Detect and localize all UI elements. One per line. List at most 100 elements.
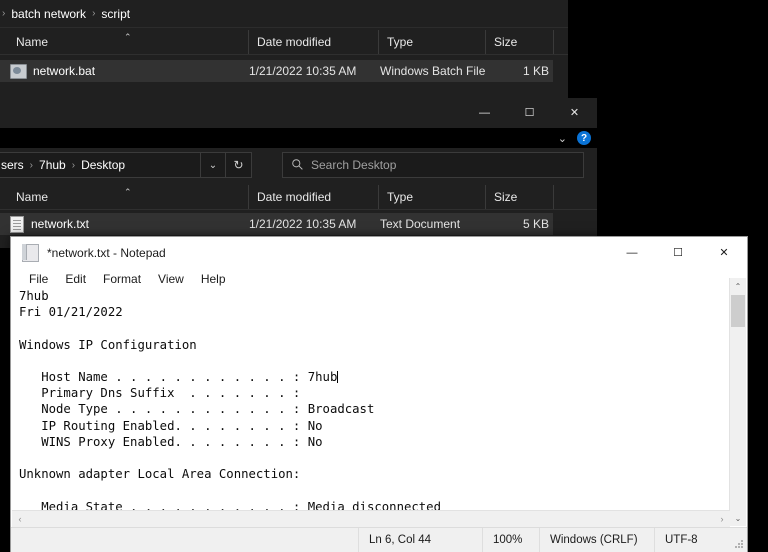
status-zoom[interactable]: 100% [482,528,539,552]
table-row[interactable]: network.txt 1/21/2022 10:35 AM Text Docu… [0,213,553,235]
breadcrumb-divider-back [0,27,568,28]
status-zoom-label: 100% [493,534,523,546]
help-icon[interactable]: ? [577,131,591,145]
file-date-cell-front: 1/21/2022 10:35 AM [249,213,379,235]
minimize-button-desktop[interactable]: — [462,98,507,128]
address-dropdown-chevron-icon[interactable]: ⌄ [200,153,225,177]
breadcrumb-separator-front-0: › [29,159,34,171]
column-header-date-label-back: Date modified [257,35,332,49]
menu-item-help[interactable]: Help [201,272,226,286]
column-header-date-front[interactable]: Date modified [248,185,378,209]
breadcrumb-item-batch-network[interactable]: batch network [7,7,90,21]
breadcrumb-separator-front-1: › [71,159,76,171]
column-header-size-label-front: Size [494,190,518,204]
notepad-vertical-scrollbar[interactable]: ⌃ ⌄ [729,278,746,526]
menu-item-format[interactable]: Format [103,272,141,286]
ribbon-right-controls: ⌄ ? [558,128,591,148]
breadcrumb-item-desktop[interactable]: Desktop [77,158,129,172]
breadcrumb-item-7hub[interactable]: 7hub [35,158,70,172]
file-name-label-front: network.txt [31,217,90,231]
search-input[interactable]: Search Desktop [282,152,584,178]
column-header-date-back[interactable]: Date modified [248,30,378,54]
column-header-date-label-front: Date modified [257,190,332,204]
file-name-cell-back[interactable]: network.bat [0,60,240,82]
text-document-icon [10,215,24,233]
screen: › batch network › script Name ⌃ Date mod… [0,0,768,552]
explorer-window-desktop[interactable]: — ☐ ✕ ⌄ ? › sers › 7hub › Desktop [0,98,597,248]
file-size-cell-back: 1 KB [487,60,549,82]
notepad-window-controls: — ☐ ✕ [609,237,747,268]
notepad-minimize-button[interactable]: — [609,237,655,268]
breadcrumb-item-script[interactable]: script [97,7,134,21]
status-line-ending-label: Windows (CRLF) [550,534,638,546]
column-header-size-back[interactable]: Size [485,30,553,54]
column-header-size-label-back: Size [494,35,518,49]
ribbon-bar-desktop: ⌄ ? [0,128,597,148]
scroll-right-arrow-icon[interactable]: › [714,511,730,527]
breadcrumb-back[interactable]: › batch network › script [0,0,568,27]
scroll-down-arrow-icon[interactable]: ⌄ [730,510,746,526]
status-cursor-position: Ln 6, Col 44 [358,528,482,552]
file-date-label-back: 1/21/2022 10:35 AM [249,64,357,78]
window-controls-desktop: — ☐ ✕ [462,98,597,128]
file-type-label-back: Windows Batch File [380,64,486,78]
notepad-text-after-caret: Primary Dns Suffix . . . . . . . : Node … [19,386,441,510]
notepad-icon [22,243,39,262]
file-size-label-back: 1 KB [522,64,549,78]
scroll-up-arrow-icon[interactable]: ⌃ [730,278,746,294]
column-header-spacer-front [553,185,573,209]
vertical-scroll-thumb[interactable] [731,295,745,327]
address-bar-desktop[interactable]: › sers › 7hub › Desktop ⌄ [0,152,226,178]
table-row[interactable]: network.bat 1/21/2022 10:35 AM Windows B… [0,60,553,82]
status-line-ending[interactable]: Windows (CRLF) [539,528,654,552]
refresh-button[interactable]: ↻ [226,152,252,178]
sort-ascending-caret-back: ⌃ [124,32,132,42]
column-header-type-back[interactable]: Type [378,30,485,54]
column-header-row-back: Name ⌃ Date modified Type Size [0,30,568,55]
file-type-cell-front: Text Document [380,213,487,235]
file-size-cell-front: 5 KB [487,213,549,235]
breadcrumb-item-users[interactable]: sers [0,158,28,172]
column-header-type-label-back: Type [387,35,414,49]
notepad-close-button[interactable]: ✕ [701,237,747,268]
status-encoding-label: UTF-8 [665,534,698,546]
search-placeholder: Search Desktop [311,158,397,172]
status-encoding[interactable]: UTF-8 [654,528,739,552]
file-name-cell-front[interactable]: network.txt [0,213,240,235]
breadcrumb-separator-leading: › [2,8,6,19]
file-type-label-front: Text Document [380,217,461,231]
file-date-label-front: 1/21/2022 10:35 AM [249,217,357,231]
text-caret [337,371,339,384]
notepad-maximize-button[interactable]: ☐ [655,237,701,268]
notepad-titlebar[interactable]: *network.txt - Notepad — ☐ ✕ [11,237,747,268]
resize-grip-icon[interactable] [735,540,744,549]
column-header-type-label-front: Type [387,190,414,204]
column-header-name-label-front: Name [16,190,49,204]
explorer-window-script[interactable]: › batch network › script Name ⌃ Date mod… [0,0,568,100]
status-cursor-position-label: Ln 6, Col 44 [369,534,432,546]
notepad-title-label: *network.txt - Notepad [47,245,166,260]
notepad-text-area[interactable]: 7hub Fri 01/21/2022 Windows IP Configura… [19,288,725,510]
menu-item-view[interactable]: View [158,272,184,286]
file-type-cell-back: Windows Batch File [380,60,487,82]
notepad-horizontal-scrollbar[interactable]: ‹ › [12,510,730,527]
batch-file-icon [10,63,27,79]
maximize-button-desktop[interactable]: ☐ [507,98,552,128]
file-size-label-front: 5 KB [522,217,549,231]
column-header-row-front: Name ⌃ Date modified Type Size [0,185,597,210]
column-header-name-label-back: Name [16,35,49,49]
chevron-down-icon[interactable]: ⌄ [558,132,567,145]
notepad-text-before-caret: 7hub Fri 01/21/2022 Windows IP Configura… [19,289,338,385]
navigation-bar-desktop: › sers › 7hub › Desktop ⌄ ↻ Search Deskt… [0,148,597,182]
menu-item-edit[interactable]: Edit [65,272,86,286]
menu-item-file[interactable]: File [29,272,48,286]
close-button-desktop[interactable]: ✕ [552,98,597,128]
titlebar-desktop[interactable]: — ☐ ✕ [0,98,597,128]
column-header-size-front[interactable]: Size [485,185,553,209]
breadcrumb-front[interactable]: › sers › 7hub › Desktop [0,153,200,177]
sort-ascending-caret-front: ⌃ [124,187,132,197]
notepad-statusbar: Ln 6, Col 44 100% Windows (CRLF) UTF-8 [11,527,747,552]
column-header-type-front[interactable]: Type [378,185,485,209]
scroll-left-arrow-icon[interactable]: ‹ [12,511,28,527]
notepad-window[interactable]: *network.txt - Notepad — ☐ ✕ File Edit F… [10,236,748,552]
